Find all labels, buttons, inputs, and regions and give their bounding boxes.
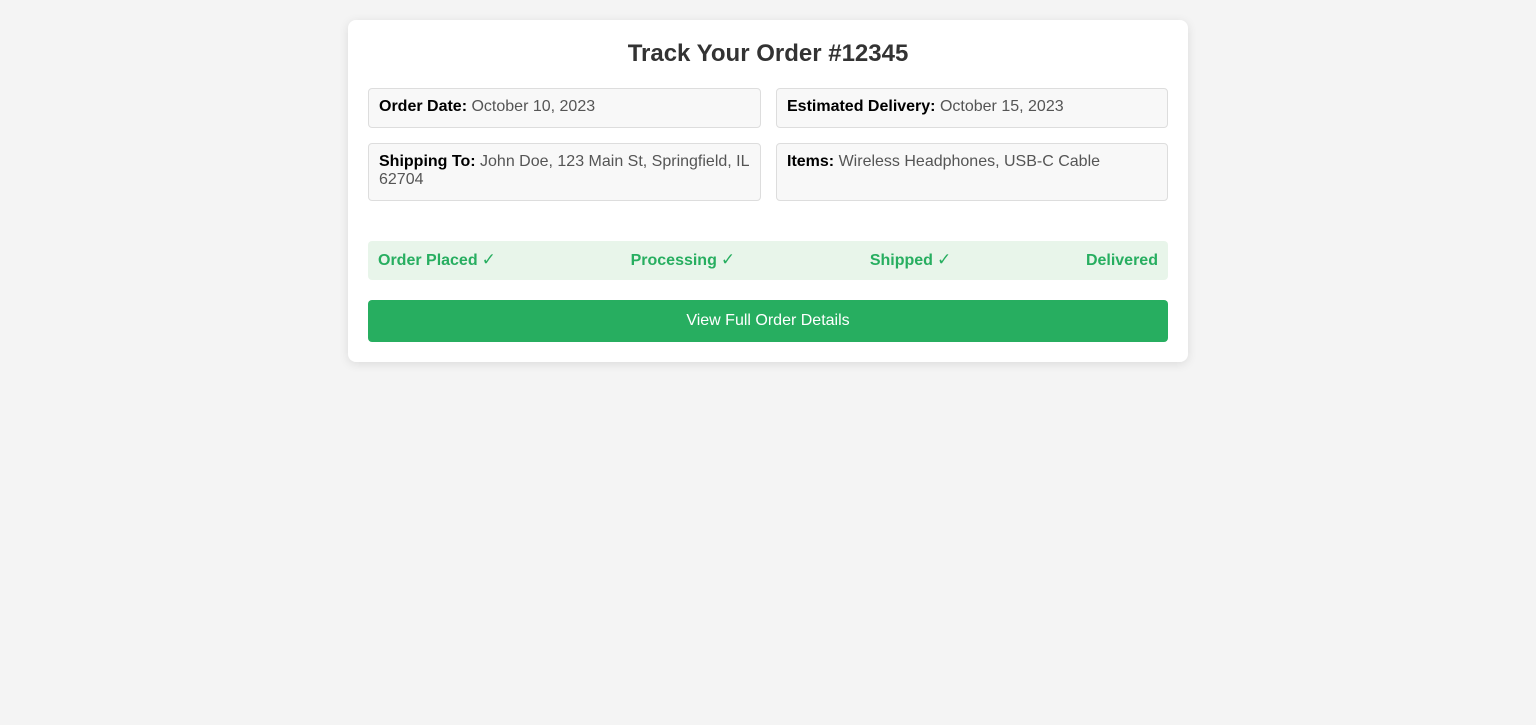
order-date-label: Order Date: — [379, 98, 468, 115]
progress-step-delivered: Delivered — [1086, 252, 1158, 270]
order-date-value: October 10, 2023 — [471, 98, 596, 115]
page-title: Track Your Order #12345 — [627, 40, 909, 67]
checkmark-icon: ✓ — [481, 250, 496, 270]
order-date-box: Order Date: October 10, 2023 — [368, 88, 761, 128]
progress-step-label: Order Placed — [378, 252, 478, 269]
progress-step-shipped: Shipped ✓ — [870, 251, 951, 270]
checkmark-icon: ✓ — [936, 250, 952, 270]
checkmark-icon: ✓ — [720, 250, 736, 270]
items-value: Wireless Headphones, USB-C Cable — [838, 153, 1101, 170]
progress-step-order-placed: Order Placed ✓ — [378, 251, 496, 270]
estimated-delivery-box: Estimated Delivery: October 15, 2023 — [776, 88, 1168, 128]
progress-step-label: Processing — [630, 252, 717, 269]
order-progress-bar: Order Placed ✓ Processing ✓ Shipped ✓ Deliv… — [368, 241, 1168, 280]
shipping-to-box: Shipping To: John Doe, 123 Main St, Spri… — [368, 143, 761, 201]
estimated-delivery-label: Estimated Delivery: — [787, 98, 936, 115]
view-full-order-details-button[interactable]: View Full Order Details — [368, 300, 1168, 342]
progress-step-processing: Processing ✓ — [631, 251, 736, 270]
items-label: Items: — [787, 153, 835, 170]
items-box: Items: Wireless Headphones, USB-C Cable — [776, 143, 1168, 201]
order-tracking-card: Track Your Order #12345 Order Date: Octo… — [348, 20, 1188, 362]
shipping-to-label: Shipping To: — [379, 153, 476, 170]
order-info-grid: Order Date: October 10, 2023 Estimated D… — [368, 88, 1168, 201]
estimated-delivery-value: October 15, 2023 — [939, 98, 1064, 115]
progress-step-label: Delivered — [1085, 251, 1158, 269]
progress-step-label: Shipped — [869, 252, 933, 269]
